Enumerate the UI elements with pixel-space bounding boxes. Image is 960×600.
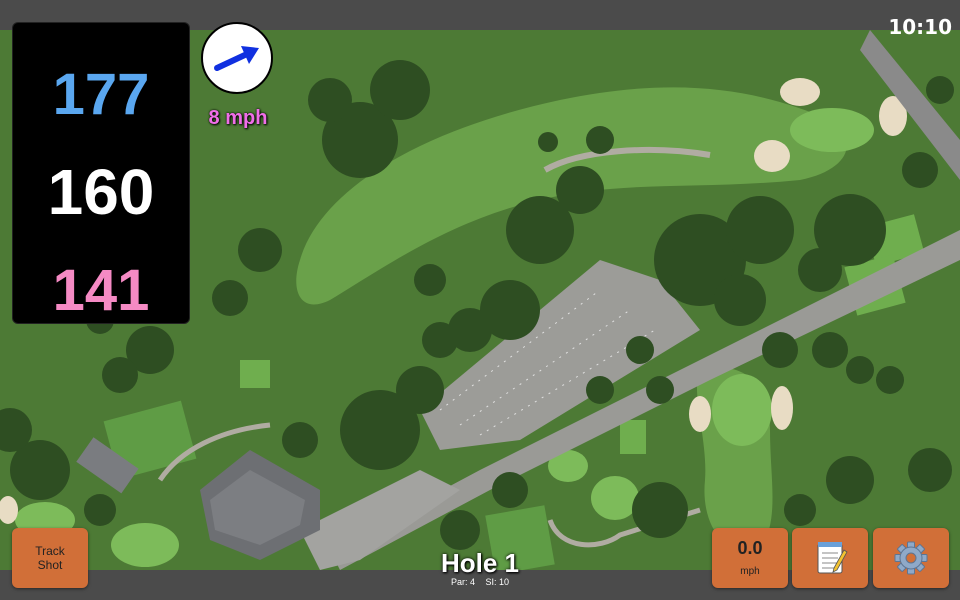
wind-speed-label: 8 mph xyxy=(208,107,268,129)
hole-title: Hole 1 xyxy=(440,548,520,578)
track-shot-label-line1: Track xyxy=(35,544,65,558)
settings-button[interactable] xyxy=(873,528,949,588)
wind-direction-indicator xyxy=(201,22,273,94)
back-of-green-distance: 177 xyxy=(52,62,150,127)
hole-par: Par: 4 xyxy=(450,577,475,587)
hole-details: Par: 4 SI: 10 xyxy=(380,577,580,587)
hole-stroke-index: SI: 10 xyxy=(485,577,510,587)
notes-button[interactable] xyxy=(792,528,868,588)
gear-icon xyxy=(894,541,928,575)
wind-speed-button[interactable]: 0.0 mph xyxy=(712,528,788,588)
distance-panel: 177 160 141 xyxy=(12,22,190,324)
wind-speed-unit: mph xyxy=(740,566,760,577)
wind-arrow-icon xyxy=(214,46,259,71)
track-shot-label-line2: Shot xyxy=(37,558,63,572)
notepad-icon xyxy=(817,542,848,574)
middle-of-green-distance: 160 xyxy=(47,156,155,228)
track-shot-button[interactable]: Track Shot xyxy=(12,528,88,588)
front-of-green-distance: 141 xyxy=(52,258,150,323)
wind-speed-value: 0.0 xyxy=(737,538,763,558)
clock: 10:10 xyxy=(888,15,952,39)
